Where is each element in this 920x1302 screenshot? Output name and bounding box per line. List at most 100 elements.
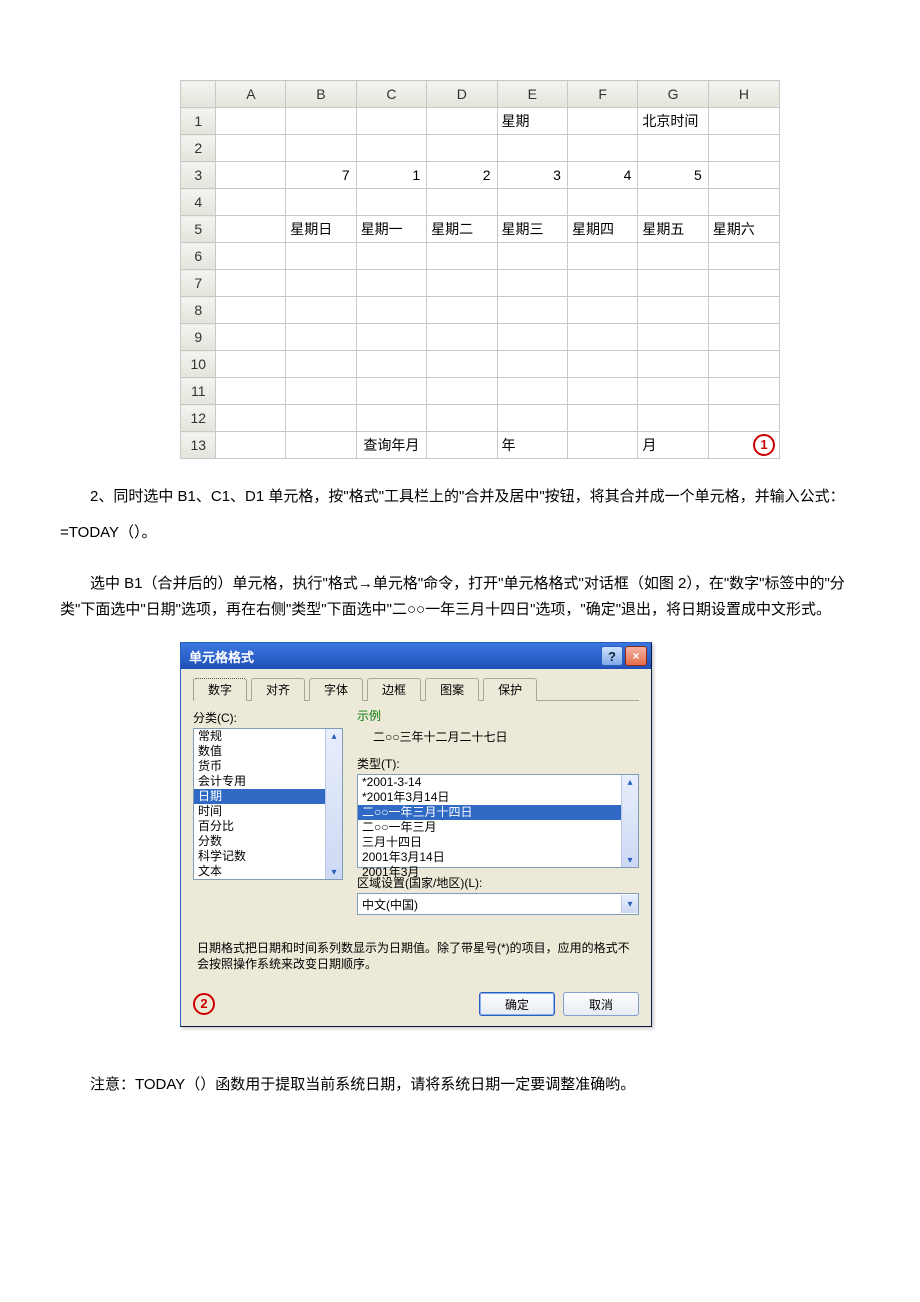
tab-protection[interactable]: 保护 — [483, 678, 537, 701]
row-header-5[interactable]: 5 — [181, 216, 216, 243]
row-header-9[interactable]: 9 — [181, 324, 216, 351]
cell-E3[interactable]: 3 — [497, 162, 567, 189]
col-header-B[interactable]: B — [286, 81, 356, 108]
category-label: 分类(C): — [193, 709, 343, 726]
cell-E13[interactable]: 年 — [497, 432, 567, 459]
category-item[interactable]: 特殊 — [194, 879, 342, 880]
locale-value: 中文(中国) — [362, 896, 418, 913]
col-header-G[interactable]: G — [638, 81, 708, 108]
type-item-selected[interactable]: 二○○一年三月十四日 — [358, 805, 638, 820]
ok-button[interactable]: 确定 — [479, 992, 555, 1016]
row-header-8[interactable]: 8 — [181, 297, 216, 324]
category-item[interactable]: 百分比 — [194, 819, 342, 834]
category-item[interactable]: 常规 — [194, 729, 342, 744]
tab-pattern[interactable]: 图案 — [425, 678, 479, 701]
scrollbar[interactable]: ▴ ▾ — [325, 729, 342, 879]
cell-F3[interactable]: 4 — [567, 162, 637, 189]
tab-number[interactable]: 数字 — [193, 678, 247, 701]
category-item[interactable]: 货币 — [194, 759, 342, 774]
cell[interactable] — [567, 108, 637, 135]
type-label: 类型(T): — [357, 755, 639, 772]
dialog-tabs: 数字 对齐 字体 边框 图案 保护 — [193, 677, 639, 701]
col-header-C[interactable]: C — [356, 81, 426, 108]
sample-value: 二○○三年十二月二十七日 — [357, 726, 639, 753]
category-item[interactable]: 科学记数 — [194, 849, 342, 864]
type-item[interactable]: 2001年3月 — [358, 865, 638, 880]
cell-D5[interactable]: 星期二 — [427, 216, 497, 243]
spreadsheet: A B C D E F G H 1 星期 北京时间 2 3 7 — [180, 80, 740, 459]
chevron-down-icon[interactable]: ▾ — [621, 895, 638, 913]
category-item[interactable]: 会计专用 — [194, 774, 342, 789]
scroll-down-icon[interactable]: ▾ — [623, 853, 637, 867]
format-cells-dialog: 单元格格式 ? × 数字 对齐 字体 边框 图案 保护 分类(C): — [180, 642, 652, 1027]
row-header-3[interactable]: 3 — [181, 162, 216, 189]
type-item[interactable]: 三月十四日 — [358, 835, 638, 850]
tab-font[interactable]: 字体 — [309, 678, 363, 701]
row-header-6[interactable]: 6 — [181, 243, 216, 270]
row-header-2[interactable]: 2 — [181, 135, 216, 162]
cell-G3[interactable]: 5 — [638, 162, 708, 189]
scrollbar[interactable]: ▴ ▾ — [621, 775, 638, 867]
cancel-button[interactable]: 取消 — [563, 992, 639, 1016]
category-listbox[interactable]: 常规 数值 货币 会计专用 日期 时间 百分比 分数 科学记数 文本 特殊 自定… — [193, 728, 343, 880]
row-header-12[interactable]: 12 — [181, 405, 216, 432]
row-header-11[interactable]: 11 — [181, 378, 216, 405]
type-listbox[interactable]: *2001-3-14 *2001年3月14日 二○○一年三月十四日 二○○一年三… — [357, 774, 639, 868]
help-button[interactable]: ? — [601, 646, 623, 666]
sample-label: 示例 — [357, 707, 639, 724]
cell-E1[interactable]: 星期 — [497, 108, 567, 135]
cell[interactable] — [427, 108, 497, 135]
close-button[interactable]: × — [625, 646, 647, 666]
cell-G13[interactable]: 月 — [638, 432, 708, 459]
row-header-10[interactable]: 10 — [181, 351, 216, 378]
paragraph-explain: 选中 B1（合并后的）单元格，执行"格式→单元格"命令，打开"单元格格式"对话框… — [60, 571, 860, 622]
col-header-D[interactable]: D — [427, 81, 497, 108]
locale-combo[interactable]: 中文(中国) ▾ — [357, 893, 639, 915]
cell-D3[interactable]: 2 — [427, 162, 497, 189]
category-item[interactable]: 数值 — [194, 744, 342, 759]
cell-C5[interactable]: 星期一 — [356, 216, 426, 243]
row-header-4[interactable]: 4 — [181, 189, 216, 216]
dialog-titlebar[interactable]: 单元格格式 ? × — [181, 643, 651, 669]
callout-1-icon: 1 — [753, 434, 775, 456]
cell-C13[interactable]: 查询年月 — [356, 432, 426, 459]
type-item[interactable]: 二○○一年三月 — [358, 820, 638, 835]
cell-H5[interactable]: 星期六 — [708, 216, 779, 243]
category-item[interactable]: 时间 — [194, 804, 342, 819]
cell-C3[interactable]: 1 — [356, 162, 426, 189]
cell[interactable] — [216, 108, 286, 135]
cell-H13[interactable]: 1 — [708, 432, 779, 459]
type-item[interactable]: 2001年3月14日 — [358, 850, 638, 865]
tab-border[interactable]: 边框 — [367, 678, 421, 701]
dialog-title: 单元格格式 — [189, 647, 254, 666]
row-header-1[interactable]: 1 — [181, 108, 216, 135]
category-item[interactable]: 分数 — [194, 834, 342, 849]
category-item[interactable]: 文本 — [194, 864, 342, 879]
paragraph-note: 注意：TODAY（）函数用于提取当前系统日期，请将系统日期一定要调整准确哟。 — [60, 1067, 860, 1103]
col-header-A[interactable]: A — [216, 81, 286, 108]
col-header-H[interactable]: H — [708, 81, 779, 108]
col-header-E[interactable]: E — [497, 81, 567, 108]
row-header-7[interactable]: 7 — [181, 270, 216, 297]
cell-G5[interactable]: 星期五 — [638, 216, 708, 243]
cell-B5[interactable]: 星期日 — [286, 216, 356, 243]
cell-F5[interactable]: 星期四 — [567, 216, 637, 243]
cell[interactable] — [356, 108, 426, 135]
tab-alignment[interactable]: 对齐 — [251, 678, 305, 701]
scroll-down-icon[interactable]: ▾ — [327, 865, 341, 879]
scroll-up-icon[interactable]: ▴ — [623, 775, 637, 789]
callout-2-icon: 2 — [193, 993, 215, 1015]
type-item[interactable]: *2001-3-14 — [358, 775, 638, 790]
cell[interactable] — [708, 108, 779, 135]
cell-E5[interactable]: 星期三 — [497, 216, 567, 243]
cell[interactable] — [286, 108, 356, 135]
paragraph-step2: 2、同时选中 B1、C1、D1 单元格，按"格式"工具栏上的"合并及居中"按钮，… — [60, 479, 860, 551]
cell-G1[interactable]: 北京时间 — [638, 108, 708, 135]
col-header-F[interactable]: F — [567, 81, 637, 108]
type-item[interactable]: *2001年3月14日 — [358, 790, 638, 805]
row-header-13[interactable]: 13 — [181, 432, 216, 459]
dialog-note: 日期格式把日期和时间系列数显示为日期值。除了带星号(*)的项目，应用的格式不会按… — [197, 941, 635, 972]
category-item-selected[interactable]: 日期 — [194, 789, 342, 804]
cell-B3[interactable]: 7 — [286, 162, 356, 189]
scroll-up-icon[interactable]: ▴ — [327, 729, 341, 743]
